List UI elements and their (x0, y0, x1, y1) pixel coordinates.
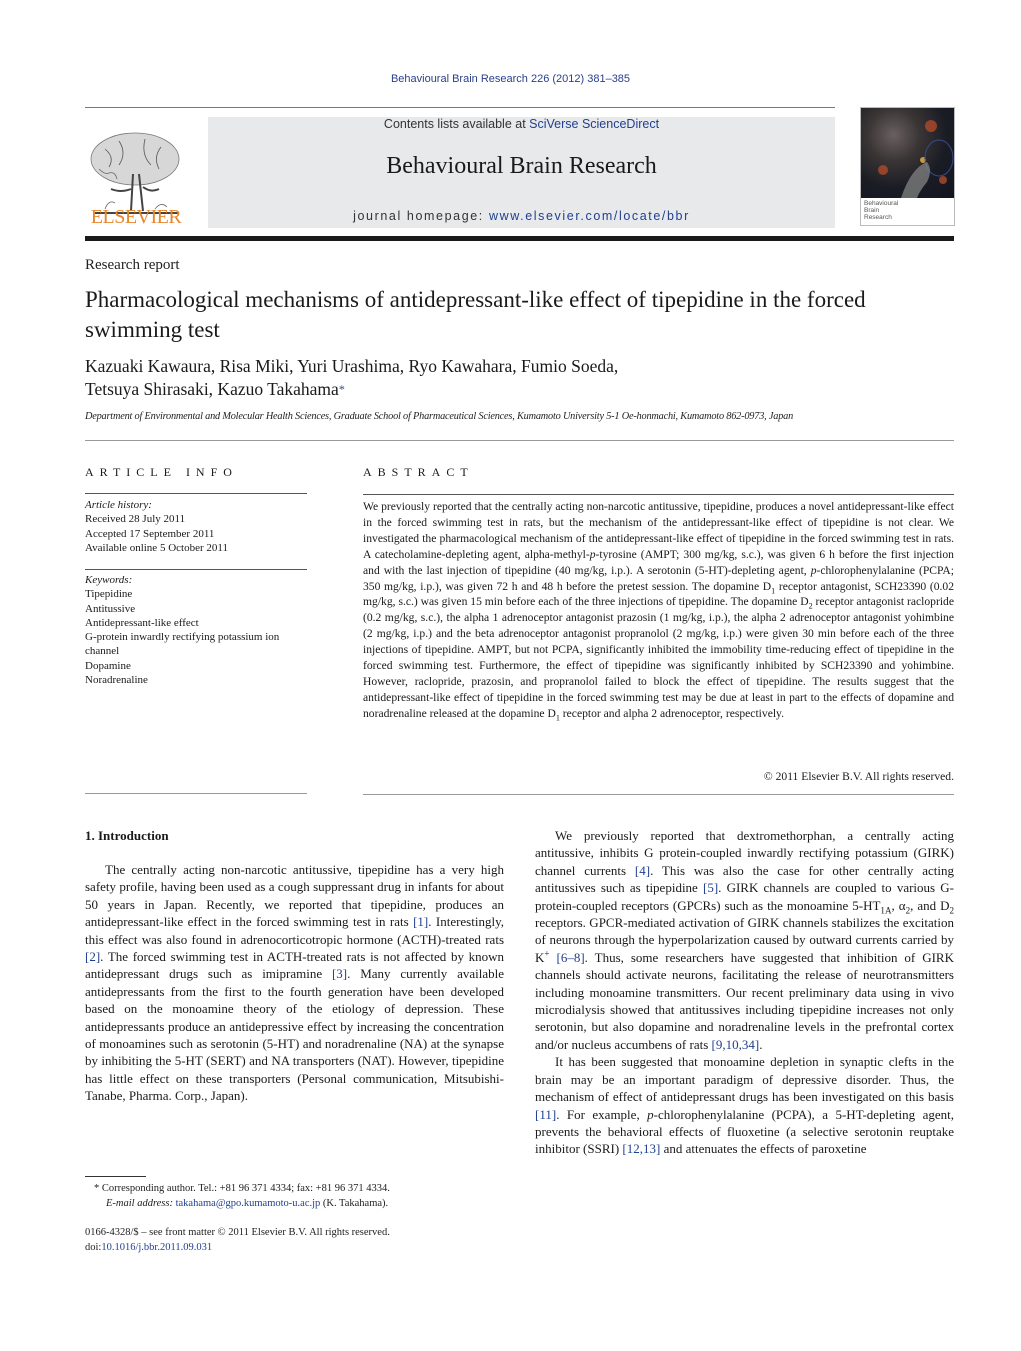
article-title: Pharmacological mechanisms of antidepres… (85, 287, 866, 342)
citation-link[interactable]: [4] (635, 863, 650, 878)
history-online: Available online 5 October 2011 (85, 541, 228, 554)
authors-line-2[interactable]: Tetsuya Shirasaki, Kazuo Takahama (85, 379, 339, 399)
keyword-item: Antitussive (85, 602, 136, 615)
authors-line-1[interactable]: Kazuaki Kawaura, Risa Miki, Yuri Urashim… (85, 355, 955, 378)
footnote-contact: * Corresponding author. Tel.: +81 96 371… (94, 1183, 390, 1194)
doi-link[interactable]: 10.1016/j.bbr.2011.09.031 (101, 1242, 212, 1253)
paragraph: It has been suggested that monoamine dep… (535, 1054, 955, 1157)
citation-link[interactable]: [3] (332, 966, 347, 981)
keywords-label: Keywords: (85, 574, 133, 586)
article-info-heading: ARTICLE INFO (85, 465, 238, 479)
affiliation-rule (85, 440, 954, 441)
front-matter: 0166-4328/$ – see front matter © 2011 El… (85, 1225, 505, 1255)
affiliation: Department of Environmental and Molecula… (85, 411, 794, 422)
author-list: Kazuaki Kawaura, Risa Miki, Yuri Urashim… (85, 355, 955, 401)
article-type: Research report (85, 257, 180, 273)
divider (363, 794, 954, 795)
footnote-rule (85, 1176, 146, 1177)
section-heading-introduction: 1. Introduction (85, 828, 169, 843)
corresponding-author-footnote: * Corresponding author. Tel.: +81 96 371… (85, 1181, 505, 1211)
email-label: E-mail address: (106, 1198, 176, 1209)
homepage-prefix: journal homepage: (353, 209, 489, 223)
paragraph: We previously reported that dextromethor… (535, 828, 954, 1052)
header-rule (85, 107, 835, 108)
citation-link[interactable]: [1] (413, 914, 428, 929)
citation-link[interactable]: [9,10,34] (712, 1037, 760, 1052)
cover-brain-illustration (878, 120, 954, 198)
citation-link[interactable]: [11] (535, 1107, 556, 1122)
divider (85, 493, 307, 494)
keyword-item: Antidepressant-like effect (85, 616, 199, 629)
keyword-item: Dopamine (85, 659, 131, 672)
history-label: Article history: (85, 499, 152, 511)
cover-artwork (861, 108, 954, 198)
body-column-right: We previously reported that dextromethor… (535, 827, 954, 1158)
cover-title: Behavioural Brain Research (864, 200, 899, 221)
divider (85, 569, 307, 570)
sciencedirect-link[interactable]: SciVerse ScienceDirect (529, 117, 659, 131)
homepage-line: journal homepage: www.elsevier.com/locat… (208, 209, 835, 223)
citation-link[interactable]: [6–8] (557, 950, 585, 965)
citation-link[interactable]: [2] (85, 949, 100, 964)
journal-citation[interactable]: Behavioural Brain Research 226 (2012) 38… (0, 73, 1021, 85)
abstract-copyright: © 2011 Elsevier B.V. All rights reserved… (763, 770, 954, 783)
history-received: Received 28 July 2011 (85, 513, 186, 526)
abstract-heading: ABSTRACT (363, 465, 474, 479)
front-matter-line: 0166-4328/$ – see front matter © 2011 El… (85, 1227, 390, 1238)
journal-title: Behavioural Brain Research (386, 153, 657, 179)
keyword-item: G-protein inwardly rectifying potassium … (85, 631, 280, 658)
abstract-body: We previously reported that the centrall… (363, 500, 955, 723)
paragraph: The centrally acting non-narcotic antitu… (85, 862, 505, 1104)
citation-link[interactable]: [5] (703, 880, 718, 895)
journal-cover-thumbnail[interactable]: Behavioural Brain Research (860, 107, 955, 226)
history-accepted: Accepted 17 September 2011 (85, 527, 215, 540)
contents-line: Contents lists available at SciVerse Sci… (208, 117, 835, 131)
header-thick-rule (85, 236, 954, 241)
citation-link[interactable]: [12,13] (622, 1141, 660, 1156)
keywords: Keywords: Tipepidine Antitussive Antidep… (85, 573, 310, 687)
contents-prefix: Contents lists available at (383, 117, 530, 131)
article-history: Article history: Received 28 July 2011 A… (85, 498, 310, 555)
elsevier-wordmark[interactable]: ELSEVIER (85, 206, 187, 229)
divider (363, 494, 954, 495)
keyword-item: Tipepidine (85, 588, 133, 601)
email-link[interactable]: takahama@gpo.kumamoto-u.ac.jp (176, 1198, 321, 1209)
corresponding-author-mark[interactable]: * (339, 382, 345, 396)
body-column-left: The centrally acting non-narcotic antitu… (85, 861, 504, 1105)
divider (85, 793, 307, 794)
homepage-link[interactable]: www.elsevier.com/locate/bbr (489, 209, 690, 223)
keyword-item: Noradrenaline (85, 674, 148, 687)
